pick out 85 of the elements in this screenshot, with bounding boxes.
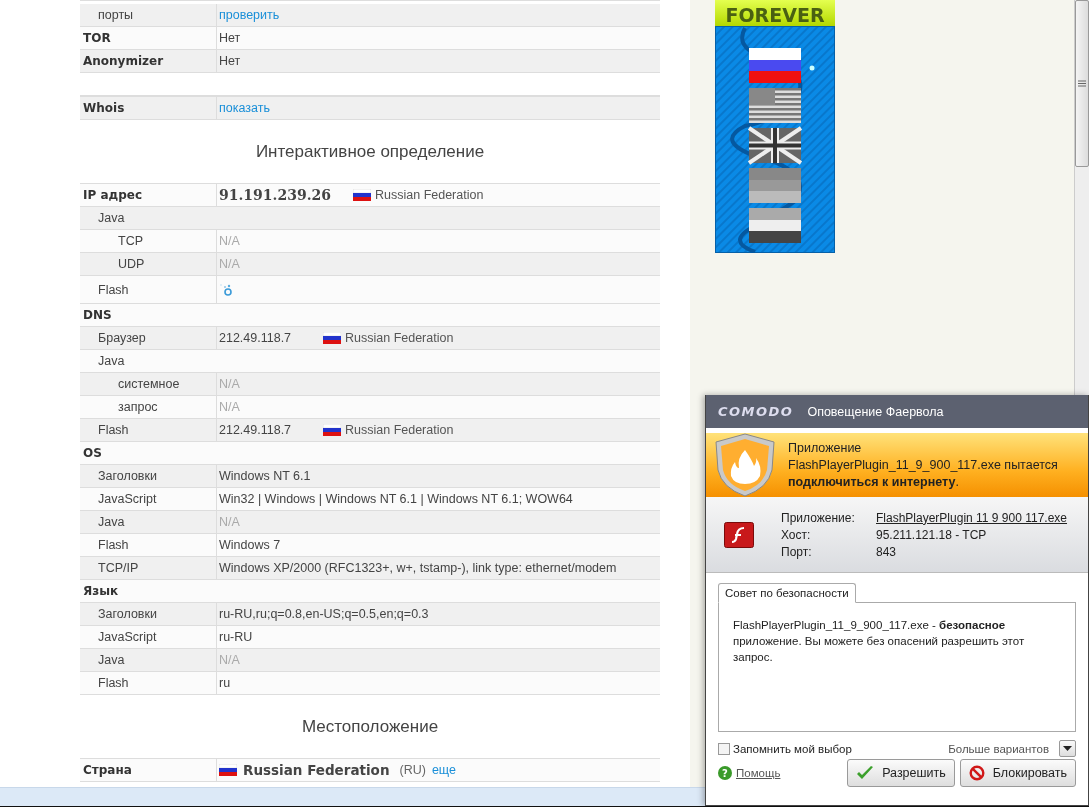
row-label: DNS xyxy=(83,308,112,322)
row-label: Браузер xyxy=(98,331,146,345)
row-label: Java xyxy=(98,354,125,368)
alert-message: Приложение FlashPlayerPlugin_11_9_900_117.exe пытается подключиться к интернету. xyxy=(788,439,1059,491)
brand-logo: COMODO xyxy=(718,404,794,419)
advice-text: FlashPlayerPlugin_11_9_900_117.exe - безопасное приложение. Вы можете без опасений разрешить этот запрос. xyxy=(733,618,1026,665)
row-label: Flash xyxy=(98,423,129,437)
row-label: Язык xyxy=(83,584,119,598)
row-label: Flash xyxy=(98,676,129,690)
row-label: Anonymizer xyxy=(83,54,164,68)
loading-icon xyxy=(219,282,233,297)
checkmark-icon xyxy=(856,765,875,781)
value-text: ru-RU,ru;q=0.8,en-US;q=0.5,en;q=0.3 xyxy=(219,607,429,621)
row-label: IP адрес xyxy=(83,188,143,202)
value-text: ru-RU xyxy=(219,630,253,644)
grip-icon xyxy=(1078,79,1086,88)
row-label: Java xyxy=(98,211,125,225)
row-label: Заголовки xyxy=(98,607,157,621)
window-title: Оповещение Фаервола xyxy=(807,404,944,419)
row-label: JavaScript xyxy=(98,630,157,644)
value-text: N/A xyxy=(219,377,240,391)
country-name: Russian Federation xyxy=(243,762,390,778)
detail-value: 95.211.121.18 - TCP xyxy=(876,527,988,542)
row-label: Flash xyxy=(98,538,129,552)
row-label: системное xyxy=(118,377,180,391)
russia-flag-icon xyxy=(323,424,341,436)
section-heading: Местоположение xyxy=(301,716,439,737)
row-label: TCP/IP xyxy=(98,561,139,575)
flash-app-icon xyxy=(724,521,754,548)
value-text: Windows XP/2000 (RFC1323+, w+, tstamp-), link type: ethernet/modem xyxy=(219,561,617,575)
russia-flag-icon xyxy=(219,764,237,776)
value-text: N/A xyxy=(219,653,240,667)
help-link[interactable]: Помощь xyxy=(736,767,781,779)
value-text: N/A xyxy=(219,515,240,529)
row-label: Страна xyxy=(83,763,132,777)
value-text: 212.49.118.7 xyxy=(219,331,293,345)
value-text: ru xyxy=(219,676,231,690)
value-text: N/A xyxy=(219,234,240,248)
block-button[interactable]: Блокировать xyxy=(959,759,1076,787)
row-label: запрос xyxy=(118,400,158,414)
checkbox[interactable] xyxy=(718,742,730,755)
value-text: N/A xyxy=(219,257,240,271)
country-text: Russian Federation xyxy=(345,423,454,437)
row-label: Java xyxy=(98,515,125,529)
row-label: Java xyxy=(98,653,125,667)
checkbox-label: Запомнить мой выбор xyxy=(733,742,852,755)
dropdown-button[interactable] xyxy=(1059,740,1076,757)
detail-label: Порт: xyxy=(781,544,813,559)
fire-shield-icon xyxy=(712,432,778,498)
row-label: Whois xyxy=(83,101,125,115)
ip-address-text: 91.191.239.26 xyxy=(219,187,333,203)
country-text: Russian Federation xyxy=(375,188,484,202)
more-link[interactable]: еще xyxy=(431,763,456,777)
row-label: Заголовки xyxy=(98,469,157,483)
row-label: JavaScript xyxy=(98,492,157,506)
value-text: Windows 7 xyxy=(219,538,281,552)
allow-button[interactable]: Разрешить xyxy=(847,759,955,787)
russia-flag-icon xyxy=(323,332,341,344)
more-options-label: Больше вариантов xyxy=(948,742,1049,755)
caret-icon xyxy=(1063,746,1072,751)
value-text: Win32 | Windows | Windows NT 6.1 | Windows NT 6.1; WOW64 xyxy=(219,492,573,506)
country-text: Russian Federation xyxy=(345,331,454,345)
scrollbar-thumb[interactable] xyxy=(1075,0,1089,167)
row-label: TCP xyxy=(118,234,143,248)
help-icon: ? xyxy=(718,766,732,780)
detail-label: Хост: xyxy=(781,527,812,542)
value-text: Нет xyxy=(219,31,241,45)
detail-label: Приложение: xyxy=(781,510,856,525)
row-label: TOR xyxy=(83,31,111,45)
value-text: Windows NT 6.1 xyxy=(219,469,311,483)
banner-title: FOREVER xyxy=(725,4,825,26)
row-label: порты xyxy=(98,8,134,22)
tab[interactable]: Совет по безопасности xyxy=(718,583,856,603)
row-label: OS xyxy=(83,446,102,460)
row-label: UDP xyxy=(118,257,145,271)
value-text: Нет xyxy=(219,54,241,68)
prohibited-icon xyxy=(968,765,985,781)
application-link[interactable]: FlashPlayerPlugin 11 9 900 117.exe xyxy=(876,510,1067,525)
section-heading: Интерактивное определение xyxy=(255,141,485,162)
russia-flag-icon xyxy=(353,189,371,201)
detail-value: 843 xyxy=(876,544,898,559)
row-label: Flash xyxy=(98,282,129,297)
value-text: N/A xyxy=(219,400,240,414)
value-text: 212.49.118.7 xyxy=(219,423,293,437)
country-code: (RU) xyxy=(399,763,426,777)
